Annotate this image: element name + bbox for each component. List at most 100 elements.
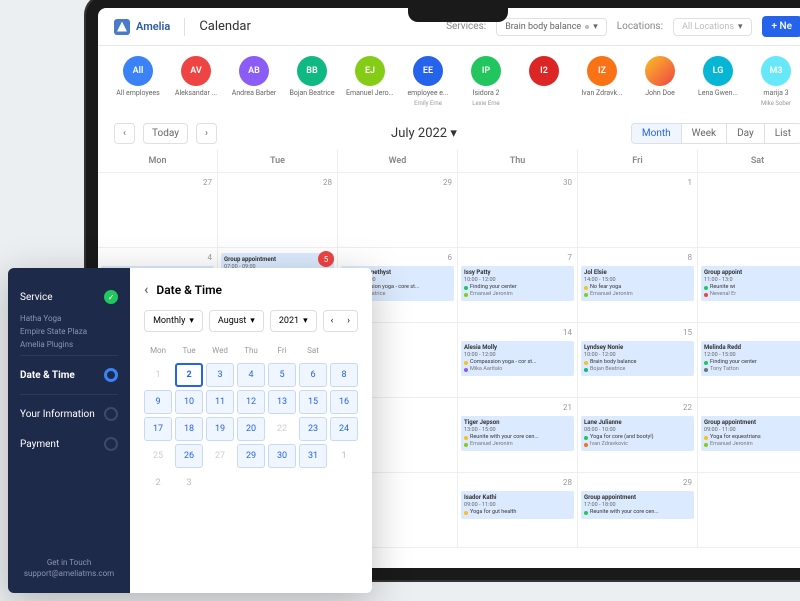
mini-day[interactable]: 20 [237,417,265,441]
calendar-cell[interactable]: 15Lyndsey Nonie 10:00 - 12:00 Brain body… [578,323,698,398]
mini-day[interactable]: 23 [299,417,327,441]
employee-sub: Emily Erne [414,100,442,107]
calendar-cell[interactable]: 2 [698,173,800,248]
employee-avatar: All [123,56,153,86]
employee-chip[interactable]: ABAndrea Barber [230,56,278,107]
calendar-cell[interactable]: 16Melinda Redd 12:00 - 15:00 Finding you… [698,323,800,398]
mini-day[interactable]: 10 [175,390,203,414]
locations-select[interactable]: All Locations ▾ [673,18,751,36]
back-icon[interactable]: ‹ [144,282,148,298]
calendar-cell[interactable]: 21Tiger Jepson 13:00 - 15:00 Reunite wit… [458,398,578,473]
prev-button[interactable]: ‹ [114,123,135,144]
mini-day: 25 [144,444,172,468]
mini-day[interactable]: 29 [237,444,265,468]
mini-day[interactable]: 3 [206,363,234,387]
view-tab-day[interactable]: Day [727,124,765,143]
view-tab-list[interactable]: List [765,124,800,143]
current-month[interactable]: July 2022 ▾ [391,126,457,141]
calendar-cell[interactable]: 30 [458,173,578,248]
employee-chip[interactable]: I2 [520,56,568,107]
calendar-cell[interactable]: 8Jol Elsie 14:00 - 15:00 No fear yoga Em… [578,248,698,323]
mini-day[interactable]: 19 [206,417,234,441]
view-tab-week[interactable]: Week [682,124,727,143]
mini-day[interactable]: 6 [299,363,327,387]
booking-step[interactable]: Payment [20,429,118,459]
next-button[interactable]: › [196,123,217,144]
booking-step[interactable]: Your Information [20,399,118,429]
mini-day[interactable]: 13 [268,390,296,414]
mini-day[interactable]: 15 [299,390,327,414]
mini-day[interactable]: 24 [330,417,358,441]
calendar-cell[interactable]: 29Group appointment 17:00 - 18:00 Reunit… [578,473,698,548]
employee-avatar: M3 [761,56,791,86]
employee-chip[interactable]: AVAleksandar ... [172,56,220,107]
employee-chip[interactable]: LGLena Gwen... [694,56,742,107]
employee-name: John Doe [645,89,675,97]
mini-day[interactable]: 4 [237,363,265,387]
mini-day[interactable]: 31 [299,444,327,468]
event-title: Melinda Redd [704,344,800,352]
calendar-event[interactable]: Group appointment 09:00 - 11:00 Yoga for… [701,416,800,451]
mini-day[interactable]: 9 [144,390,172,414]
calendar-event[interactable]: Alesia Molly 10:00 - 12:00 Compassion yo… [461,341,574,376]
services-label: Services: [446,21,486,32]
booking-title-row: ‹ Date & Time [144,282,358,298]
calendar-cell[interactable]: 9Group appoint 11:00 - 13:0 Reunite wi N… [698,248,800,323]
calendar-cell[interactable]: 7Issy Patty 10:00 - 12:00 Finding your c… [458,248,578,323]
calendar-event[interactable]: Lane Julianne 08:00 - 10:00 Yoga for cor… [581,416,694,451]
year-select[interactable]: 2021▾ [270,310,317,332]
period-select[interactable]: Monthly▾ [144,310,203,332]
mini-day[interactable]: 5 [268,363,296,387]
calendar-cell[interactable]: 29 [338,173,458,248]
employee-chip[interactable]: IPIsidora 2Lexie Erne [462,56,510,107]
footer-line2[interactable]: support@ameliatms.com [20,568,118,579]
mini-next-button[interactable]: › [340,311,357,331]
calendar-event[interactable]: Group appoint 11:00 - 13:0 Reunite wi Ne… [701,266,800,301]
calendar-cell[interactable]: 28 [218,173,338,248]
mini-day[interactable]: 11 [206,390,234,414]
calendar-event[interactable]: Tiger Jepson 13:00 - 15:00 Reunite with … [461,416,574,451]
employee-chip[interactable]: AllAll employees [114,56,162,107]
calendar-event[interactable]: Lyndsey Nonie 10:00 - 12:00 Brain body b… [581,341,694,376]
mini-day[interactable]: 26 [175,444,203,468]
event-time: 08:00 - 10:00 [584,427,691,434]
mini-day[interactable]: 30 [268,444,296,468]
view-switcher: MonthWeekDayList [631,123,800,144]
month-select[interactable]: August▾ [209,310,264,332]
calendar-event[interactable]: Isador Kathi 09:00 - 11:00 Yoga for gut … [461,491,574,519]
calendar-event[interactable]: Melinda Redd 12:00 - 15:00 Finding your … [701,341,800,376]
mini-day[interactable]: 17 [144,417,172,441]
employee-chip[interactable]: IZIvan Zdravk... [578,56,626,107]
mini-day[interactable]: 16 [330,390,358,414]
mini-day[interactable]: 18 [175,417,203,441]
step-status-icon [104,407,118,421]
calendar-cell[interactable]: 30 [698,473,800,548]
calendar-cell[interactable]: 14Alesia Molly 10:00 - 12:00 Compassion … [458,323,578,398]
calendar-cell[interactable]: 1 [578,173,698,248]
brand-logo[interactable]: Amelia [114,19,170,35]
services-select[interactable]: Brain body balance ▾ [496,18,607,36]
calendar-cell[interactable]: 23Group appointment 09:00 - 11:00 Yoga f… [698,398,800,473]
booking-step[interactable]: Service [20,282,118,312]
calendar-cell[interactable]: 22Lane Julianne 08:00 - 10:00 Yoga for c… [578,398,698,473]
view-tab-month[interactable]: Month [632,124,682,143]
mini-day[interactable]: 8 [330,363,358,387]
employee-chip[interactable]: BBBojan Beatrice [288,56,336,107]
calendar-event[interactable]: Issy Patty 10:00 - 12:00 Finding your ce… [461,266,574,301]
calendar-cell[interactable]: 27 [98,173,218,248]
today-button[interactable]: Today [143,123,188,144]
employee-chip[interactable]: EEemployee e...Emily Erne [404,56,452,107]
booking-step[interactable]: Date & Time [20,360,118,390]
mini-day[interactable]: 12 [237,390,265,414]
calendar-event[interactable]: Group appointment 17:00 - 18:00 Reunite … [581,491,694,519]
event-person: Emanuel Jeronim [464,441,571,448]
employee-chip[interactable]: EJEmanuel Jeronim [346,56,394,107]
calendar-cell[interactable]: 28Isador Kathi 09:00 - 11:00 Yoga for gu… [458,473,578,548]
mini-prev-button[interactable]: ‹ [324,311,341,331]
employee-chip[interactable]: John Doe [636,56,684,107]
employee-chip[interactable]: M3marija 3Mike Sober [752,56,800,107]
new-button[interactable]: + Ne [762,16,800,37]
mini-day[interactable]: 2 [175,363,203,387]
calendar-event[interactable]: Jol Elsie 14:00 - 15:00 No fear yoga Ema… [581,266,694,301]
step-label: Your Information [20,409,95,420]
